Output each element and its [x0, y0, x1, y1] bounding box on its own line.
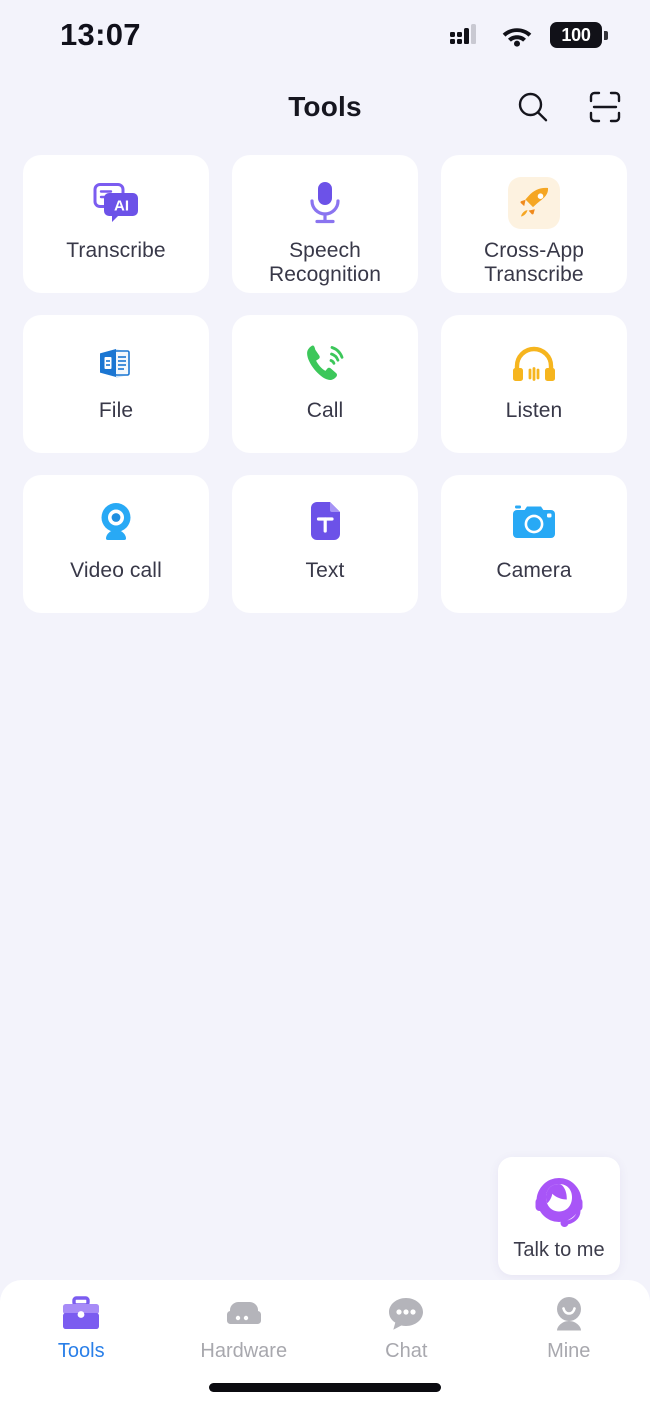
- svg-text:AI: AI: [114, 198, 129, 215]
- tool-label: Listen: [505, 399, 563, 422]
- header-actions: [516, 90, 622, 124]
- tool-card-cross-app-transcribe[interactable]: Cross-App Transcribe: [441, 155, 627, 293]
- scan-icon[interactable]: [588, 90, 622, 124]
- document-file-icon: [90, 337, 142, 389]
- ai-transcribe-icon: AI: [90, 177, 142, 229]
- battery-level-text: 100: [561, 25, 591, 45]
- app-screen: 13:07 100 Tools AI Transcribe Speech Rec…: [0, 0, 650, 1406]
- tool-label: Cross-App Transcribe: [483, 239, 585, 286]
- status-bar: 13:07 100: [0, 0, 650, 70]
- search-icon[interactable]: [516, 90, 550, 124]
- tab-label: Chat: [385, 1340, 428, 1362]
- talk-to-me-label: Talk to me: [513, 1238, 605, 1261]
- headphones-icon: [508, 337, 560, 389]
- tool-card-video-call[interactable]: Video call: [23, 475, 209, 613]
- tab-label: Hardware: [200, 1340, 288, 1362]
- camera-icon: [508, 497, 560, 549]
- home-indicator: [209, 1383, 441, 1392]
- tool-card-listen[interactable]: Listen: [441, 315, 627, 453]
- tool-label: Text: [305, 559, 345, 582]
- tab-label: Tools: [57, 1340, 105, 1362]
- tool-label: Transcribe: [66, 239, 166, 262]
- page-title: Tools: [288, 91, 362, 122]
- page-header: Tools: [0, 74, 650, 140]
- tool-card-text[interactable]: Text: [232, 475, 418, 613]
- phone-call-icon: [299, 337, 351, 389]
- cellular-signal-icon: [450, 24, 476, 44]
- microphone-icon: [299, 177, 351, 229]
- wifi-icon: [502, 27, 532, 47]
- status-time: 13:07: [60, 17, 141, 52]
- tool-card-camera[interactable]: Camera: [441, 475, 627, 613]
- support-headset-avatar-icon: [526, 1171, 592, 1237]
- tool-card-speech-recognition[interactable]: Speech Recognition: [232, 155, 418, 293]
- bottom-tab-bar: Tools Hardware Chat Mine: [0, 1280, 650, 1406]
- text-document-icon: [299, 497, 351, 549]
- tool-label: Video call: [70, 559, 162, 582]
- person-icon: [550, 1294, 588, 1334]
- talk-to-me-widget[interactable]: Talk to me: [498, 1157, 620, 1275]
- tools-grid: AI Transcribe Speech Recognition Cross-A…: [23, 155, 627, 613]
- tab-label: Mine: [547, 1340, 591, 1362]
- rocket-icon: [508, 177, 560, 229]
- tab-mine[interactable]: Mine: [494, 1294, 644, 1363]
- tool-label: Call: [306, 399, 344, 422]
- tool-card-transcribe[interactable]: AI Transcribe: [23, 155, 209, 293]
- tool-label: Camera: [496, 559, 572, 582]
- tab-hardware[interactable]: Hardware: [169, 1294, 319, 1363]
- webcam-icon: [90, 497, 142, 549]
- battery-indicator: 100: [550, 22, 608, 48]
- device-icon: [224, 1294, 264, 1334]
- tool-card-file[interactable]: File: [23, 315, 209, 453]
- tool-label: Speech Recognition: [268, 239, 381, 286]
- tool-label: File: [98, 399, 134, 422]
- tool-card-call[interactable]: Call: [232, 315, 418, 453]
- tab-chat[interactable]: Chat: [331, 1294, 481, 1363]
- toolbox-icon: [61, 1294, 101, 1334]
- status-icons: 100: [450, 22, 608, 48]
- chat-bubble-icon: [387, 1294, 425, 1334]
- tab-tools[interactable]: Tools: [6, 1294, 156, 1363]
- battery-cap: [604, 30, 608, 40]
